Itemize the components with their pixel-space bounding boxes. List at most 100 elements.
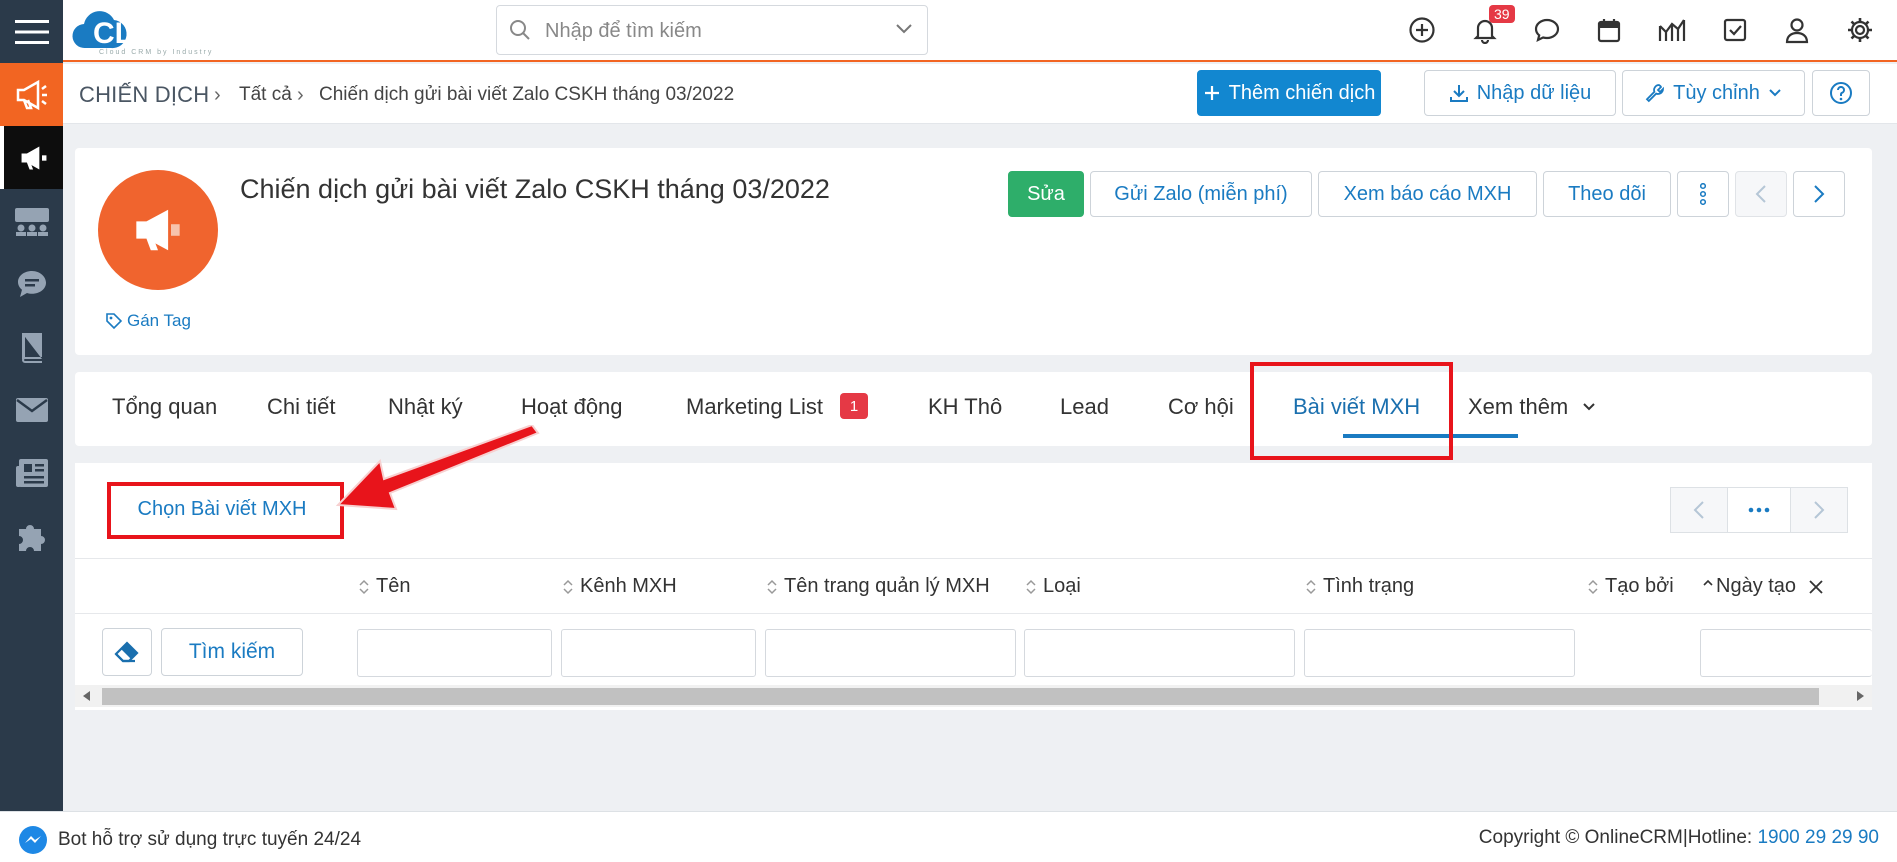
scroll-right-icon[interactable] (1856, 691, 1864, 701)
tab-raw-customers[interactable]: KH Thô (928, 394, 1002, 420)
hamburger-menu-icon[interactable] (0, 0, 63, 63)
customize-button[interactable]: Tùy chỉnh (1622, 70, 1805, 116)
pager-prev-button[interactable] (1670, 487, 1728, 533)
filter-channel-input[interactable] (561, 629, 756, 677)
search-input[interactable] (545, 16, 885, 46)
logo-text: CLOUDPRO (93, 17, 265, 50)
chevron-down-icon[interactable] (895, 23, 913, 35)
assign-tag-label: Gán Tag (127, 311, 191, 330)
close-icon[interactable] (1808, 579, 1824, 595)
tag-icon (106, 313, 123, 330)
tab-log[interactable]: Nhật ký (388, 394, 463, 420)
column-channel-label: Kênh MXH (580, 575, 677, 597)
global-search[interactable] (496, 5, 928, 55)
plus-icon (1204, 86, 1219, 100)
highlight-box-tab (1250, 362, 1453, 460)
sidebar-item-plugins[interactable] (0, 504, 63, 567)
annotation-arrow-icon (335, 425, 540, 511)
cloudpro-logo[interactable]: CLOUDPRO Cloud CRM by Industry (71, 6, 301, 56)
profile-button[interactable] (1779, 12, 1815, 48)
filter-created-date-input[interactable] (1700, 629, 1872, 677)
help-button[interactable] (1812, 70, 1870, 116)
column-created-date-label: Ngày tạo (1716, 575, 1797, 597)
sort-icon (1306, 579, 1316, 594)
calendar-button[interactable] (1591, 12, 1627, 48)
breadcrumb-module[interactable]: CHIẾN DỊCH (79, 82, 209, 108)
filter-page-name-input[interactable] (765, 629, 1016, 677)
sidebar-item-marketing[interactable] (0, 63, 63, 126)
import-data-label: Nhập dữ liệu (1476, 81, 1592, 104)
column-header-created-by[interactable]: Tạo bởi (1587, 575, 1674, 598)
hotline-link[interactable]: 1900 29 29 90 (1757, 827, 1879, 848)
send-zalo-button[interactable]: Gửi Zalo (miễn phí) (1090, 171, 1312, 217)
reports-button[interactable] (1654, 12, 1690, 48)
previous-record-button[interactable] (1735, 171, 1787, 217)
tab-activities[interactable]: Hoạt động (521, 394, 623, 420)
campaign-avatar (98, 170, 218, 290)
filter-status-input[interactable] (1304, 629, 1575, 677)
settings-button[interactable] (1842, 12, 1878, 48)
assign-tag-link[interactable]: Gán Tag (105, 311, 191, 331)
filter-type-input[interactable] (1024, 629, 1295, 677)
megaphone-icon (16, 79, 47, 110)
notifications-button[interactable]: 39 (1467, 5, 1515, 48)
checkbox-icon (1723, 18, 1747, 42)
sort-icon (1588, 579, 1598, 594)
edit-button[interactable]: Sửa (1008, 171, 1084, 217)
book-icon (21, 332, 42, 363)
scroll-left-icon[interactable] (83, 691, 91, 701)
tab-overview[interactable]: Tổng quan (112, 394, 217, 420)
column-created-by-label: Tạo bởi (1605, 575, 1674, 597)
column-header-channel[interactable]: Kênh MXH (562, 575, 677, 598)
follow-button[interactable]: Theo dõi (1543, 171, 1671, 217)
sidebar-item-news[interactable] (0, 441, 63, 504)
copyright-text: Copyright © OnlineCRM|Hotline: (1478, 827, 1758, 848)
add-icon[interactable] (1404, 12, 1440, 48)
tab-details[interactable]: Chi tiết (267, 394, 335, 420)
clear-filter-button[interactable] (102, 628, 152, 676)
tasks-button[interactable] (1717, 12, 1753, 48)
tab-lead[interactable]: Lead (1060, 394, 1109, 420)
breadcrumb-all[interactable]: Tất cả (239, 84, 292, 106)
column-header-name[interactable]: Tên (358, 575, 410, 598)
campaign-megaphone-icon (21, 145, 46, 170)
megaphone-icon (136, 209, 180, 251)
tab-more[interactable]: Xem thêm (1468, 394, 1596, 420)
puzzle-icon (18, 524, 45, 551)
sidebar-item-campaign[interactable] (0, 126, 63, 189)
chat-icon (1534, 18, 1560, 43)
sort-asc-icon (1703, 579, 1713, 586)
next-record-button[interactable] (1793, 171, 1845, 217)
tab-opportunities[interactable]: Cơ hội (1168, 394, 1234, 420)
search-filter-button[interactable]: Tìm kiếm (161, 628, 303, 676)
tab-marketing-list[interactable]: Marketing List (686, 394, 823, 420)
column-page-name-label: Tên trang quản lý MXH (784, 575, 990, 597)
sidebar-item-chat[interactable] (0, 252, 63, 315)
view-report-button[interactable]: Xem báo cáo MXH (1318, 171, 1537, 217)
support-bot[interactable]: Bot hỗ trợ sử dụng trực tuyến 24/24 (18, 825, 361, 855)
more-actions-button[interactable] (1677, 171, 1729, 217)
scrollbar-thumb[interactable] (102, 688, 1819, 705)
pager-next-button[interactable] (1790, 487, 1848, 533)
add-campaign-button[interactable]: Thêm chiến dịch (1197, 70, 1381, 116)
logo-tagline: Cloud CRM by Industry (99, 49, 213, 56)
sidebar-item-customers[interactable] (0, 189, 63, 252)
left-sidebar (0, 0, 63, 811)
column-header-type[interactable]: Loại (1025, 575, 1081, 598)
horizontal-scrollbar[interactable] (75, 685, 1872, 707)
support-text: Bot hỗ trợ sử dụng trực tuyến 24/24 (58, 829, 362, 850)
chevron-left-icon (1755, 185, 1766, 203)
add-campaign-label: Thêm chiến dịch (1228, 81, 1376, 104)
column-header-created-date[interactable]: Ngày tạo (1702, 575, 1824, 598)
group-icon (14, 207, 49, 236)
column-header-status[interactable]: Tình trạng (1305, 575, 1414, 598)
chat-button[interactable] (1529, 12, 1565, 48)
pager-more-button[interactable] (1727, 487, 1791, 533)
sidebar-item-email[interactable] (0, 378, 63, 441)
chevron-right-icon (1814, 185, 1825, 203)
filter-name-input[interactable] (357, 629, 552, 677)
sidebar-item-knowledge[interactable] (0, 315, 63, 378)
import-data-button[interactable]: Nhập dữ liệu (1424, 70, 1616, 116)
follow-label: Theo dõi (1568, 182, 1646, 205)
column-header-page-name[interactable]: Tên trang quản lý MXH (766, 575, 990, 598)
